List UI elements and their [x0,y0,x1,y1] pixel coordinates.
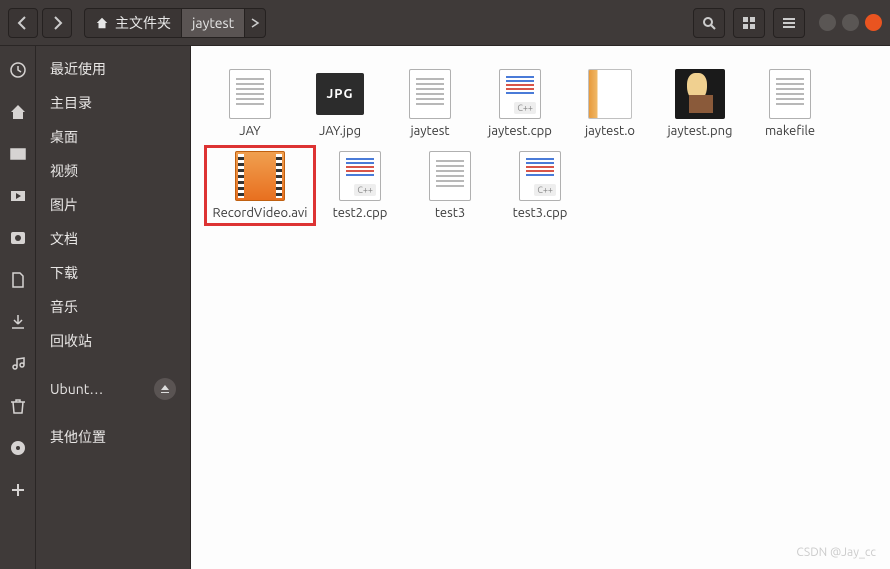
search-button[interactable] [693,8,725,38]
doc-file-icon [222,68,278,120]
file-item[interactable]: JAY [205,64,295,144]
sidebar-item-recent[interactable]: 最近使用 [36,52,190,86]
file-item[interactable]: jaytest [385,64,475,144]
file-item[interactable]: JPG JAY.jpg [295,64,385,144]
minimize-button[interactable] [819,14,836,31]
file-item[interactable]: makefile [745,64,835,144]
back-button[interactable] [8,8,38,38]
sidebar-item-home[interactable]: 主目录 [36,86,190,120]
doc-file-icon [422,150,478,202]
pictures-icon[interactable] [8,228,28,248]
close-button[interactable] [865,14,882,31]
other-places-icon[interactable] [8,480,28,500]
forward-button[interactable] [42,8,72,38]
breadcrumb-expand[interactable] [244,8,266,38]
file-item[interactable]: test2.cpp [315,146,405,226]
file-item[interactable]: test3 [405,146,495,226]
file-item[interactable]: RecordVideo.avi [205,146,315,226]
file-name: jaytest.cpp [488,124,552,140]
file-name: RecordVideo.avi [213,206,308,222]
file-view[interactable]: JAY JPG JAY.jpg jaytest jaytest.cpp jaytest.o… [191,46,890,569]
downloads-icon[interactable] [8,312,28,332]
maximize-button[interactable] [842,14,859,31]
file-name: test3.cpp [513,206,568,222]
launcher-bar [0,46,36,569]
file-grid: JAY JPG JAY.jpg jaytest jaytest.cpp jaytest.o… [205,64,876,225]
sidebar-item-videos[interactable]: 视频 [36,154,190,188]
view-grid-button[interactable] [733,8,765,38]
breadcrumb: 主文件夹 jaytest [84,8,266,38]
breadcrumb-current-label: jaytest [192,15,234,31]
home-icon [95,16,109,30]
sidebar-item-desktop[interactable]: 桌面 [36,120,190,154]
trash-icon[interactable] [8,396,28,416]
sidebar-item-documents[interactable]: 文档 [36,222,190,256]
png-file-icon [672,68,728,120]
sidebar-item-trash[interactable]: 回收站 [36,324,190,358]
desktop-icon[interactable] [8,144,28,164]
file-manager-window: 主文件夹 jaytest [0,0,890,569]
cpp-file-icon [332,150,388,202]
file-item[interactable]: jaytest.png [655,64,745,144]
sidebar-item-other[interactable]: 其他位置 [36,420,190,454]
breadcrumb-current[interactable]: jaytest [181,8,244,38]
music-icon[interactable] [8,354,28,374]
menu-button[interactable] [773,8,805,38]
cpp-file-icon [492,68,548,120]
sidebar-item-pictures[interactable]: 图片 [36,188,190,222]
breadcrumb-home[interactable]: 主文件夹 [84,8,181,38]
file-name: jaytest [410,124,449,140]
doc-file-icon [762,68,818,120]
disc-icon[interactable] [8,438,28,458]
videos-icon[interactable] [8,186,28,206]
sidebar-item-downloads[interactable]: 下载 [36,256,190,290]
file-name: jaytest.png [668,124,733,140]
file-item[interactable]: test3.cpp [495,146,585,226]
titlebar: 主文件夹 jaytest [0,0,890,46]
watermark: CSDN @Jay_cc [796,546,876,559]
body: 最近使用 主目录 桌面 视频 图片 文档 下载 音乐 回收站 Ubunt… 其他… [0,46,890,569]
recent-icon[interactable] [8,60,28,80]
breadcrumb-home-label: 主文件夹 [115,13,171,33]
o-file-icon [582,68,638,120]
sidebar-item-ubuntu[interactable]: Ubunt… [36,372,190,406]
doc-file-icon [402,68,458,120]
home-icon[interactable] [8,102,28,122]
cpp-file-icon [512,150,568,202]
file-item[interactable]: jaytest.cpp [475,64,565,144]
jpg-file-icon: JPG [312,68,368,120]
video-file-icon [232,150,288,202]
eject-icon[interactable] [154,378,176,400]
file-name: test3 [435,206,465,222]
file-name: test2.cpp [333,206,388,222]
file-item[interactable]: jaytest.o [565,64,655,144]
file-name: jaytest.o [585,124,635,140]
file-name: JAY.jpg [319,124,361,140]
sidebar: 最近使用 主目录 桌面 视频 图片 文档 下载 音乐 回收站 Ubunt… 其他… [36,46,191,569]
window-controls [819,14,882,31]
sidebar-item-music[interactable]: 音乐 [36,290,190,324]
file-name: JAY [239,124,260,140]
file-name: makefile [765,124,815,140]
documents-icon[interactable] [8,270,28,290]
